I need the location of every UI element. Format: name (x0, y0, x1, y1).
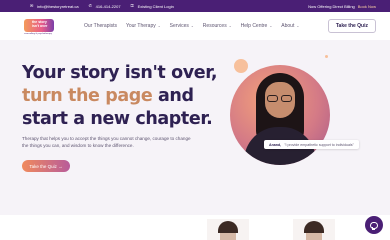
nav-item-services[interactable]: Services ⌄ (170, 23, 194, 29)
nav-item-label: Services (169, 23, 189, 29)
logo-text: the story isn't over (32, 20, 47, 28)
top-announcement-bar: ✉ info@thestoryretreat.ca ✆ 416-414-2207… (0, 0, 390, 12)
chevron-down-icon: ⌄ (157, 24, 161, 28)
hero-heading-line-2-rest: and (152, 86, 194, 106)
client-login-link[interactable]: ⚿ Existing Client Login (131, 4, 174, 9)
nav-menu: Our Therapists Your Therapy ⌄ Services ⌄… (84, 23, 308, 29)
hero-heading-line-1: Your story isn't over, (22, 63, 218, 83)
nav-item-label: Your Therapy (125, 23, 156, 29)
logo-line-2: isn't over (32, 23, 48, 28)
therapist-quote: "I provide empathetic support to individ… (284, 142, 354, 147)
book-now-link[interactable]: Book Now (358, 4, 376, 9)
therapist-card-hair (304, 221, 324, 233)
email-text: info@thestoryretreat.ca (37, 3, 79, 9)
therapist-card[interactable] (293, 219, 335, 240)
hero-subtitle: Therapy that helps you to accept the thi… (22, 136, 191, 148)
logo-line-1: the story (32, 19, 47, 24)
chevron-down-icon: ⌄ (228, 24, 232, 28)
nav-item-help-centre[interactable]: Help Centre ⌄ (241, 23, 273, 29)
hero-heading-line-2: turn the page and (22, 85, 217, 108)
nav-item-label: Help Centre (240, 23, 268, 29)
nav-item-about[interactable]: About ⌄ (281, 23, 299, 29)
nav-item-label: About (281, 23, 295, 29)
therapist-quote-caption: Anand, "I provide empathetic support to … (264, 140, 359, 149)
glasses-icon (267, 95, 293, 102)
therapist-card-hair (218, 221, 238, 233)
phone-text: 416-414-2207 (95, 3, 121, 9)
email-link[interactable]: ✉ info@thestoryretreat.ca (30, 4, 79, 9)
phone-link[interactable]: ✆ 416-414-2207 (89, 4, 121, 9)
announcement: Now Offering Direct Billing Book Now (308, 4, 376, 9)
phone-icon: ✆ (88, 3, 92, 8)
take-quiz-cta-button[interactable]: Take the Quiz → (22, 160, 70, 172)
chevron-down-icon: ⌄ (190, 24, 194, 28)
logo-tagline: counselling & psychotherapy (24, 32, 52, 35)
lock-icon: ⚿ (130, 3, 134, 8)
nav-item-our-therapists[interactable]: Our Therapists (84, 23, 117, 29)
nav-item-your-therapy[interactable]: Your Therapy ⌄ (126, 23, 161, 29)
hero-heading: Your story isn't over, turn the page and… (22, 62, 218, 131)
hero-heading-accent: turn the page (22, 86, 153, 106)
therapist-card[interactable] (207, 219, 249, 240)
take-quiz-nav-button[interactable]: Take the Quiz (327, 19, 376, 33)
hero-heading-line-3: start a new chapter. (22, 109, 213, 129)
chat-launcher-button[interactable] (365, 216, 383, 234)
decorative-dot (234, 59, 248, 73)
decorative-dot-small (325, 55, 328, 58)
mail-icon: ✉ (30, 3, 34, 8)
therapist-photo (230, 65, 330, 165)
chevron-down-icon: ⌄ (269, 24, 273, 28)
therapist-name: Anand, (269, 142, 282, 147)
nav-item-label: Resources (202, 23, 227, 29)
announcement-text: Now Offering Direct Billing (308, 3, 355, 9)
main-navigation: the story isn't over counselling & psych… (0, 12, 390, 40)
nav-item-resources[interactable]: Resources ⌄ (203, 23, 232, 29)
chat-bubble-icon (370, 221, 378, 230)
chevron-down-icon: ⌄ (296, 24, 300, 28)
client-login-text: Existing Client Login (137, 3, 174, 9)
site-logo[interactable]: the story isn't over counselling & psych… (24, 17, 58, 36)
nav-item-label: Our Therapists (84, 23, 117, 29)
